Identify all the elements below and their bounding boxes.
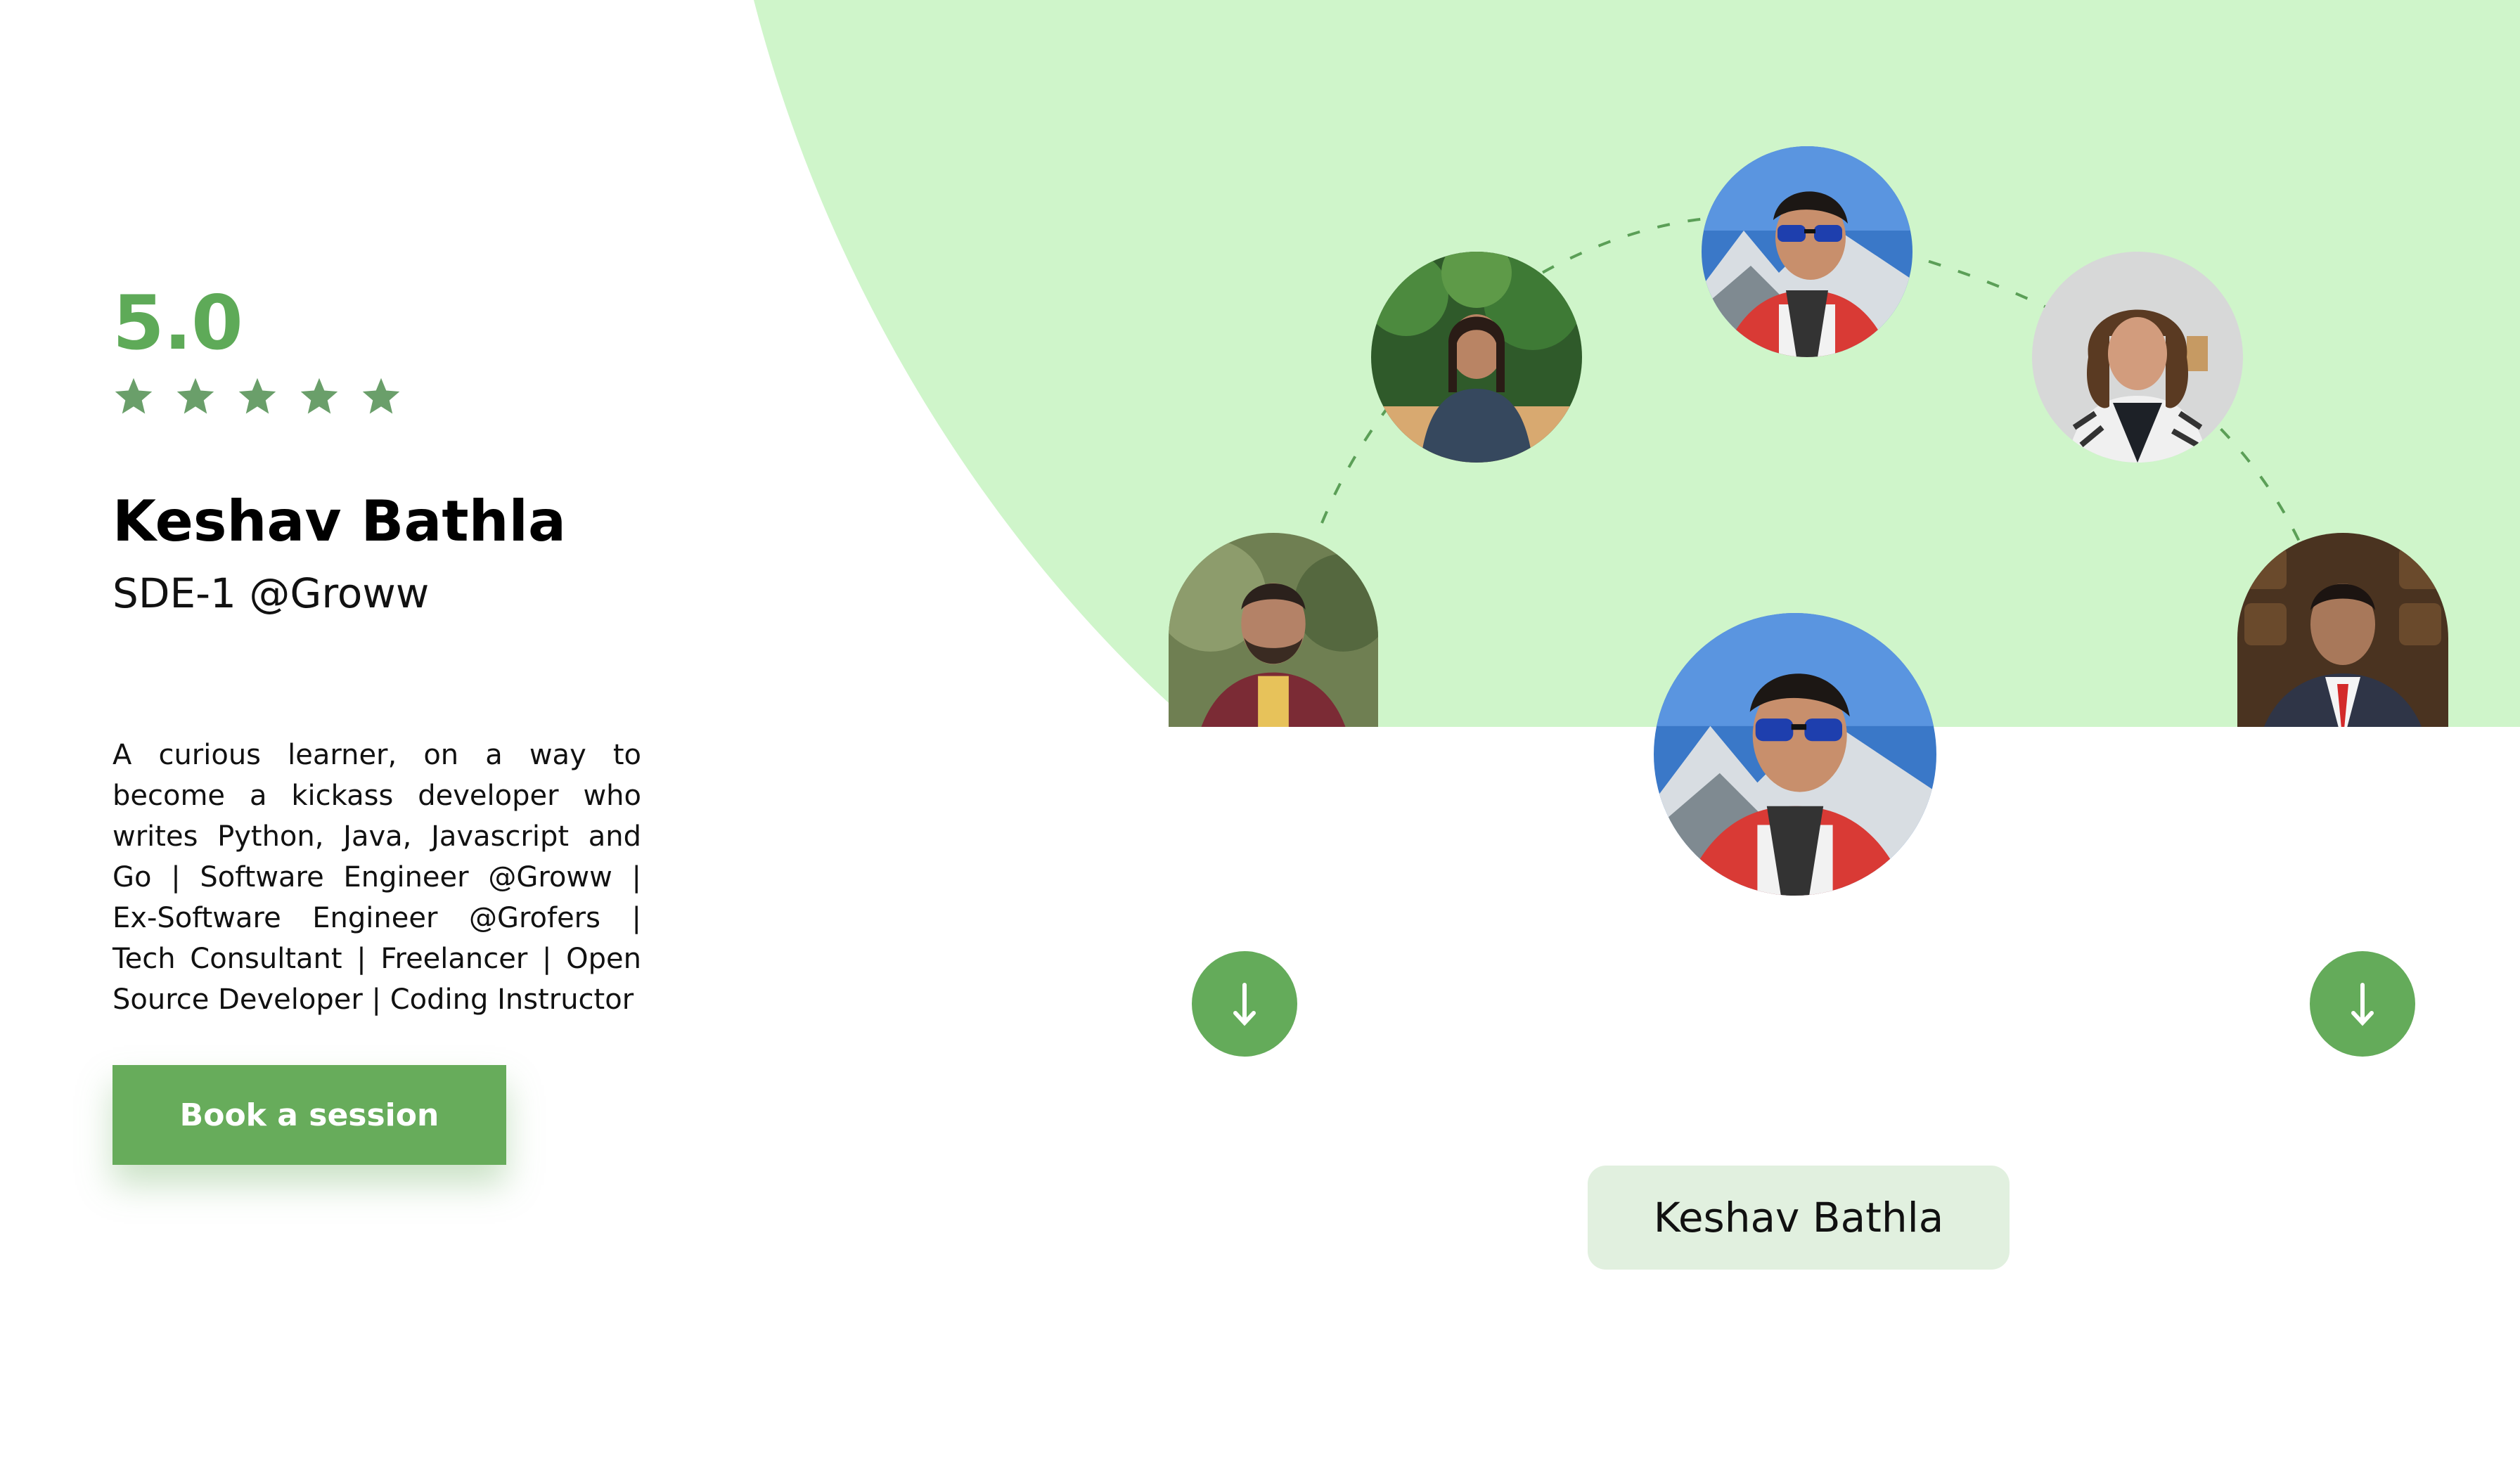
carousel-next-button[interactable] bbox=[2310, 951, 2415, 1057]
book-session-button[interactable]: Book a session bbox=[112, 1065, 506, 1165]
mentor-photo-woman-plants-icon bbox=[1371, 252, 1582, 463]
mentor-avatar-2[interactable] bbox=[1371, 252, 1582, 463]
star-icon bbox=[176, 378, 214, 414]
arrow-down-icon bbox=[2351, 983, 2374, 1026]
star-icon bbox=[238, 378, 276, 414]
mentor-photo-man-sunglasses-icon bbox=[1654, 613, 1936, 896]
star-icon bbox=[300, 378, 338, 414]
rating-value: 5.0 bbox=[112, 280, 243, 366]
star-rating bbox=[112, 375, 402, 418]
carousel-prev-button[interactable] bbox=[1192, 951, 1297, 1057]
star-icon bbox=[115, 378, 153, 414]
star-icon bbox=[362, 378, 400, 414]
mentor-photo-man-sunglasses-icon bbox=[1702, 146, 1912, 357]
featured-mentor-avatar bbox=[1654, 613, 1936, 896]
mentor-avatar-4[interactable] bbox=[2032, 252, 2243, 463]
selected-mentor-name-chip: Keshav Bathla bbox=[1588, 1166, 2010, 1270]
mentor-bio: A curious learner, on a way to become a … bbox=[112, 739, 641, 1016]
mentor-profile-page: 5.0 Keshav Bathla SDE-1 @Groww A curious… bbox=[0, 0, 2520, 1458]
arrow-down-icon bbox=[1233, 983, 1256, 1026]
mentor-avatar-3[interactable] bbox=[1702, 146, 1912, 357]
mentor-name: Keshav Bathla bbox=[112, 489, 566, 554]
mentor-photo-woman-curly-hair-icon bbox=[2032, 252, 2243, 463]
mentor-role: SDE-1 @Groww bbox=[112, 569, 430, 617]
